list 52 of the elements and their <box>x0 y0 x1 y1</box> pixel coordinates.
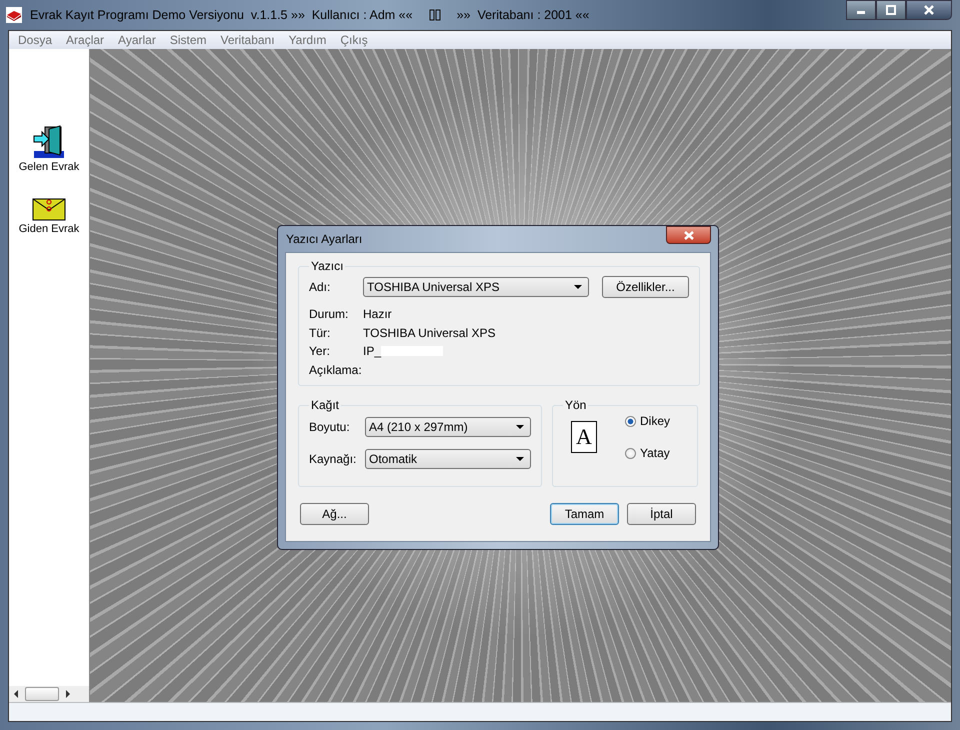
close-icon <box>684 230 694 240</box>
close-icon <box>924 5 934 15</box>
orientation-radio[interactable]: Yatay <box>625 446 670 460</box>
menu-item[interactable]: Yardım <box>282 33 334 47</box>
menu-item[interactable]: Dosya <box>11 33 60 47</box>
detail-label: Açıklama: <box>309 362 363 377</box>
dropdown-arrow-icon <box>516 457 524 461</box>
database-title: »» Veritabanı : 2001 «« <box>456 8 590 22</box>
columns-icon <box>428 9 441 21</box>
door-arrow-icon <box>32 125 66 159</box>
printer-dropdown[interactable]: TOSHIBA Universal XPS <box>363 277 589 297</box>
menu-item[interactable]: Sistem <box>162 33 214 47</box>
menu-item[interactable]: Çıkış <box>333 33 375 47</box>
close-button[interactable] <box>906 0 952 20</box>
detail-label: Yer: <box>309 344 331 358</box>
dialog-button[interactable]: İptal <box>627 503 696 525</box>
paper-dropdown[interactable]: A4 (210 x 297mm) <box>365 417 531 437</box>
window-title: Evrak Kayıt Programı Demo Versiyonu v.1.1.5 »» Kullanıcı : Adm «« <box>30 8 413 22</box>
orientation-radio[interactable]: Dikey <box>625 414 670 428</box>
right-arrow-icon[interactable] <box>65 690 71 698</box>
group-title: Kağıt <box>310 398 340 412</box>
detail-label: Tür: <box>309 326 332 340</box>
maximize-icon <box>886 5 896 15</box>
scrollbar-thumb[interactable] <box>25 687 59 701</box>
dialog-title: Yazıcı Ayarları <box>286 232 362 246</box>
dropdown-arrow-icon <box>574 285 582 289</box>
maximize-button[interactable] <box>876 0 906 20</box>
sidebar-item[interactable]: Giden Evrak <box>18 223 80 235</box>
sidebar-item[interactable]: Gelen Evrak <box>18 161 80 173</box>
dialog-button[interactable]: Ağ... <box>300 503 369 525</box>
book-icon <box>6 7 22 23</box>
detail-value: Hazır <box>363 307 392 322</box>
left-arrow-icon[interactable] <box>13 690 19 698</box>
menu-item[interactable]: Veritabanı <box>214 33 282 47</box>
detail-value: TOSHIBA Universal XPS <box>363 326 496 340</box>
dropdown-arrow-icon <box>516 425 524 429</box>
dialog-close-button[interactable] <box>666 226 711 244</box>
detail-value: IP_ <box>363 344 382 358</box>
properties-button[interactable]: Özellikler... <box>602 276 689 298</box>
group-title: Yazıcı <box>310 259 344 273</box>
page-preview-icon: A <box>571 421 597 453</box>
detail-label: Durum: <box>309 307 350 322</box>
field-label: Kaynağı: <box>309 452 358 466</box>
horizontal-scrollbar[interactable] <box>9 686 89 702</box>
field-label: Adı: <box>309 280 332 294</box>
menu-item[interactable]: Ayarlar <box>111 33 163 47</box>
group-title: Yön <box>564 398 588 412</box>
minimize-button[interactable] <box>846 0 876 20</box>
dialog-button[interactable]: Tamam <box>550 503 619 525</box>
menu-item[interactable]: Araçlar <box>59 33 112 47</box>
paper-dropdown[interactable]: Otomatik <box>365 449 531 469</box>
field-label: Boyutu: <box>309 420 351 434</box>
